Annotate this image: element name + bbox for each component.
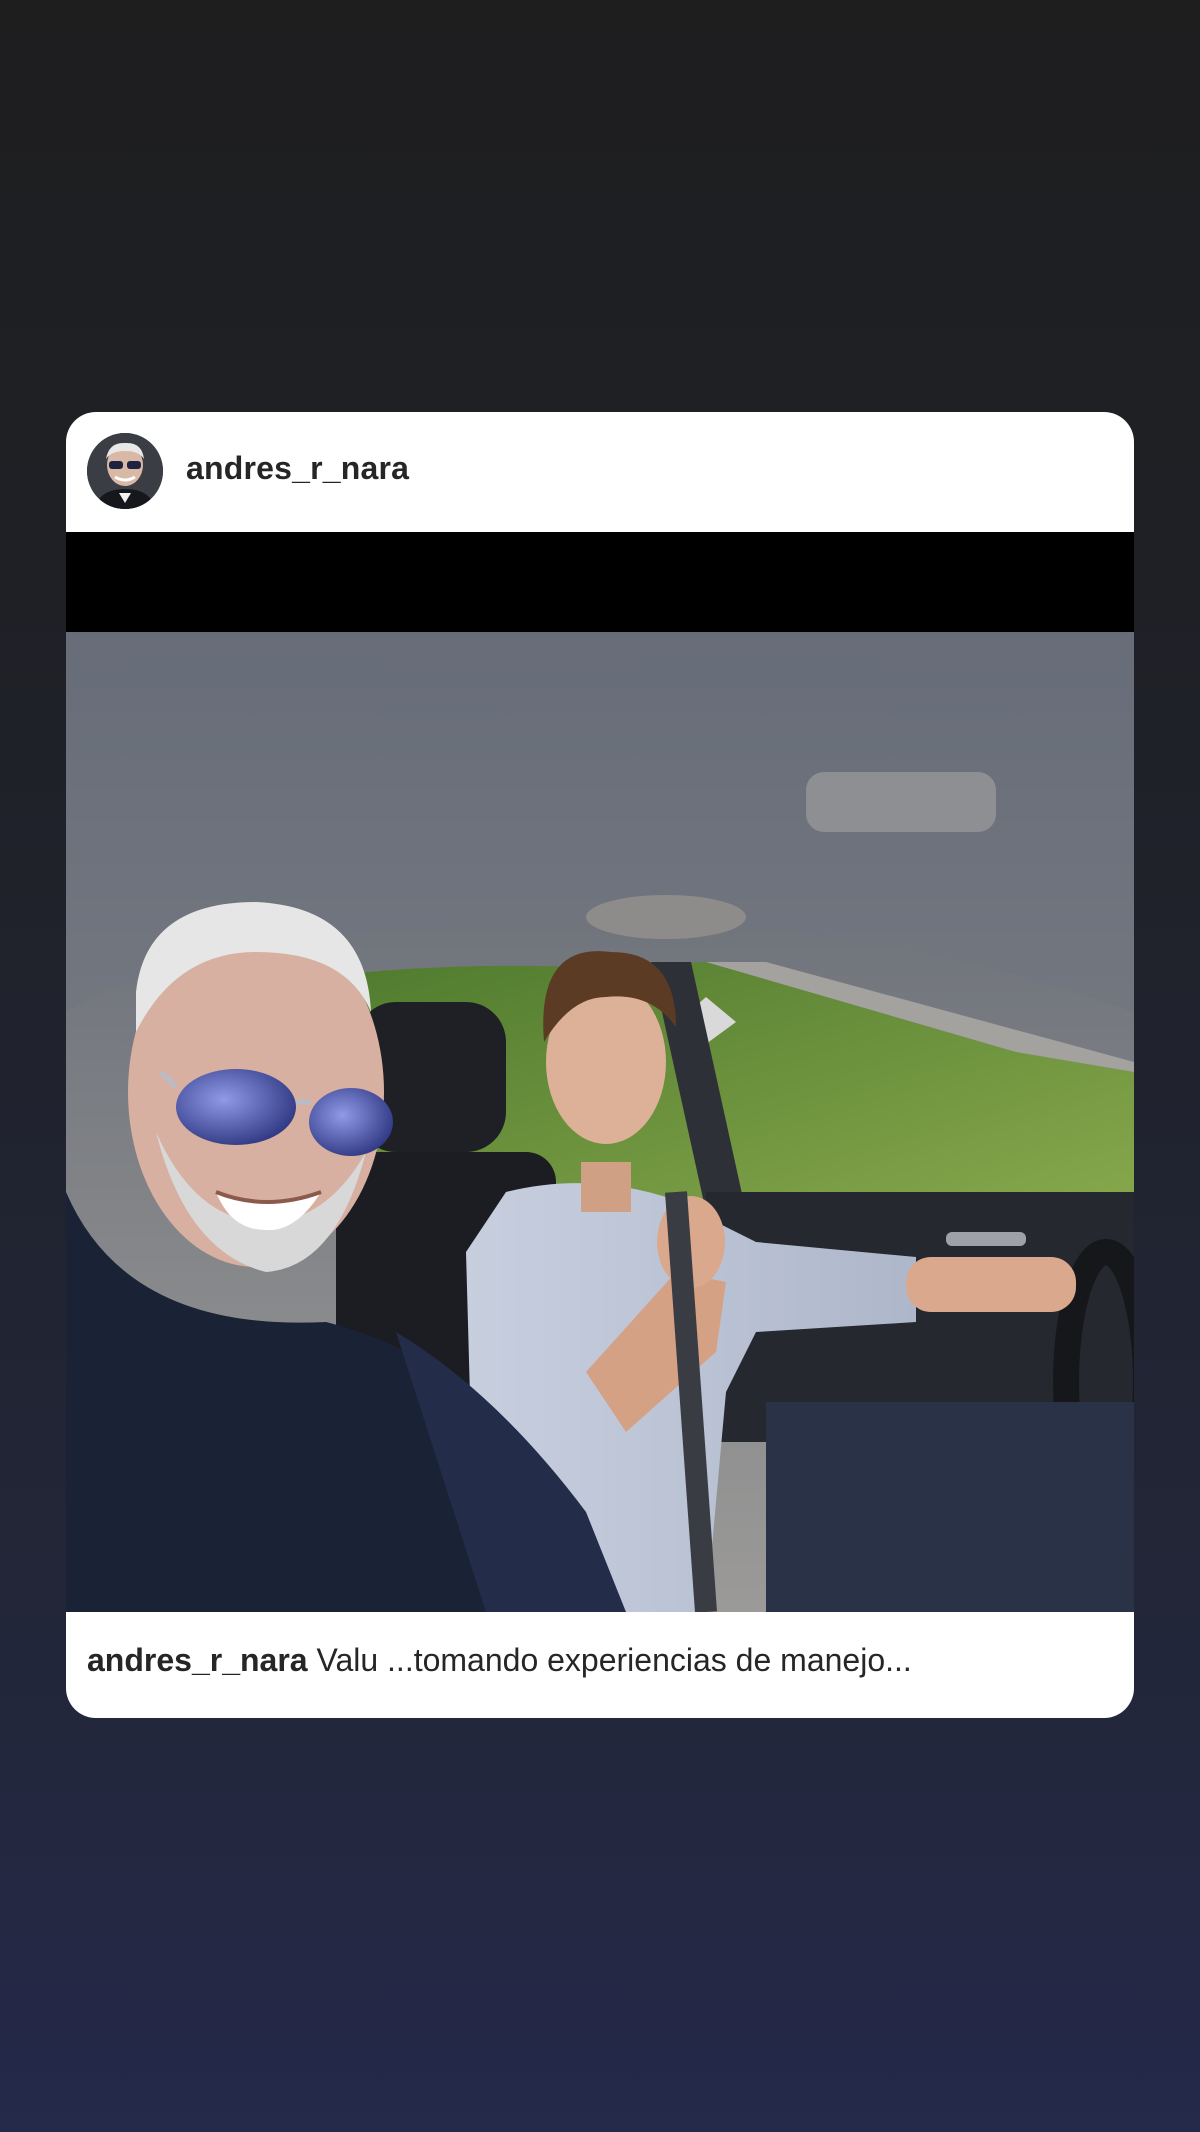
post-header: andres_r_nara (66, 412, 1134, 532)
caption-text: Valu ...tomando experiencias de manejo..… (316, 1642, 912, 1678)
caption-username[interactable]: andres_r_nara (87, 1642, 308, 1678)
shared-post-card[interactable]: andres_r_nara andres_r_nara Valu ...toma… (66, 412, 1134, 1718)
avatar-image (87, 433, 163, 509)
avatar[interactable] (87, 433, 163, 509)
post-media[interactable] (66, 532, 1134, 1612)
post-username[interactable]: andres_r_nara (186, 450, 409, 487)
letterbox-bar (66, 532, 1134, 632)
car-selfie-photo (66, 632, 1134, 1612)
post-caption: andres_r_nara Valu ...tomando experienci… (87, 1642, 912, 1679)
